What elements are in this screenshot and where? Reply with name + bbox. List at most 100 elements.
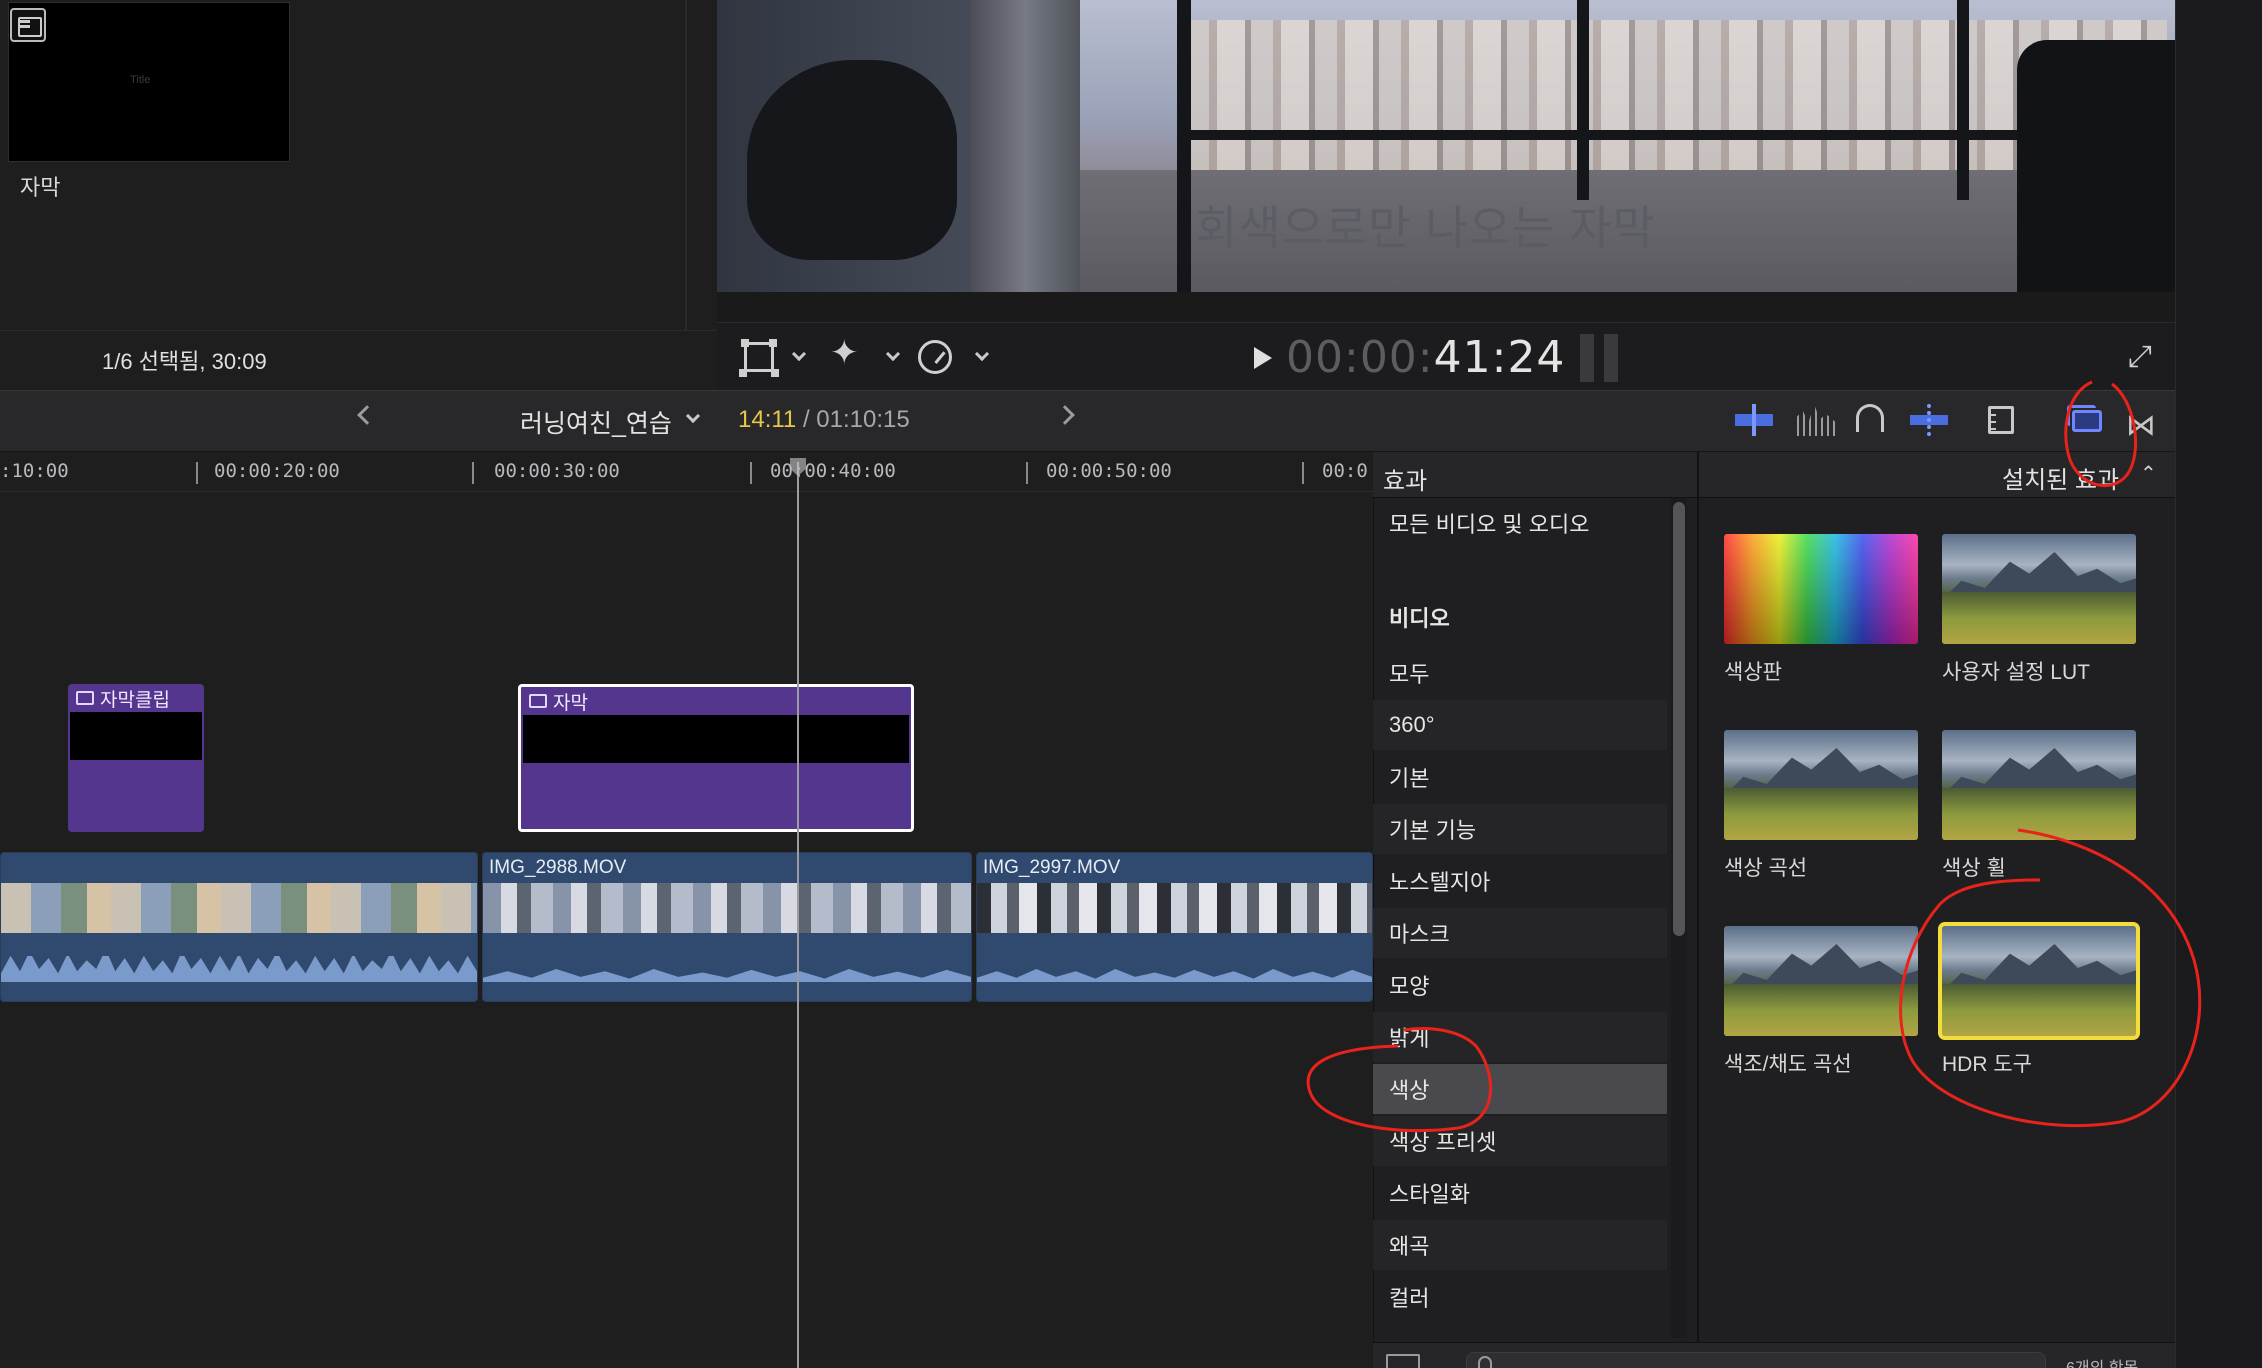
category-color[interactable]: 색상 (1373, 1064, 1667, 1114)
effect-thumbnail (1724, 534, 1918, 644)
play-button[interactable] (1254, 347, 1272, 369)
title-icon (76, 691, 94, 705)
category-label: 노스텔지아 (1389, 870, 1491, 895)
snapping-icon[interactable] (1910, 404, 1948, 436)
category-masks[interactable]: 마스크 (1373, 908, 1667, 958)
category-shape[interactable]: 모양 (1373, 960, 1667, 1010)
timecode-dim: 00:00: (1286, 332, 1434, 383)
title-icon (529, 694, 547, 708)
title-clip-label: 자막 (553, 692, 588, 714)
fullscreen-icon[interactable]: ⤢ (2128, 342, 2152, 372)
category-basic-features[interactable]: 기본 기능 (1373, 804, 1667, 854)
title-clip-selected[interactable]: 자막 (518, 684, 914, 832)
category-label: 모두 (1389, 662, 1430, 687)
ruler-label: 00:00:20:00 (214, 460, 340, 482)
audio-waveform (483, 969, 971, 991)
category-nostalgia[interactable]: 노스텔지아 (1373, 856, 1667, 906)
effect-tile-hue-saturation-curves[interactable]: 색조/채도 곡선 (1724, 926, 1918, 1078)
sidebar-toggle-icon[interactable] (1386, 1354, 1420, 1368)
playhead[interactable] (797, 462, 799, 1368)
category-label: 모든 비디오 및 오디오 (1389, 512, 1590, 537)
category-label: 360° (1389, 712, 1435, 737)
project-name[interactable]: 러닝여친_연습 (520, 404, 672, 440)
category-stylize[interactable]: 스타일화 (1373, 1168, 1667, 1218)
browser-divider[interactable] (685, 0, 687, 330)
effect-label: 색상판 (1724, 661, 1782, 684)
category-label: 색상 프리셋 (1389, 1130, 1497, 1155)
video-skimming-icon[interactable] (1735, 404, 1773, 436)
effect-label: 색상 곡선 (1724, 857, 1808, 880)
category-divider[interactable] (1697, 452, 1699, 1368)
item-count: 6개의 항목 (2066, 1354, 2138, 1368)
category-360[interactable]: 360° (1373, 700, 1667, 750)
frame-chair (747, 60, 957, 260)
ruler-label: 00:00:50:00 (1046, 460, 1172, 482)
ruler-label: 00:0 (1322, 460, 1368, 482)
video-clip-label: IMG_2988.MOV (489, 857, 627, 878)
ruler-label: :10:00 (0, 460, 69, 482)
title-icon (10, 8, 46, 42)
video-clip[interactable]: IMG_2988.MOV (482, 852, 972, 1002)
audio-meter[interactable] (1580, 334, 1622, 382)
ruler-label: 00:00:30:00 (494, 460, 620, 482)
video-clip[interactable]: IMG_2997.MOV (976, 852, 1373, 1002)
category-scrollbar[interactable] (1673, 502, 1685, 936)
category-label: 왜곡 (1389, 1234, 1430, 1259)
thumbnail-inner-text: Title (130, 74, 151, 86)
transitions-browser-icon[interactable]: ⋈ (2126, 408, 2156, 443)
category-heading-video[interactable]: 비디오 (1373, 592, 1667, 642)
installed-effects-menu[interactable]: 설치된 효과 (2002, 460, 2119, 495)
title-clip[interactable]: 자막클립 (68, 684, 204, 832)
effect-thumbnail (1942, 534, 2136, 644)
category-label: 색상 (1389, 1078, 1430, 1103)
viewer-subtitle: 회색으로만 나오는 자막 (1195, 202, 1656, 254)
frame-window-bar (1177, 0, 1191, 292)
ruler-tick (1302, 462, 1304, 484)
current-time: 14:11 (738, 406, 797, 433)
effect-tile-hdr-tools[interactable]: HDR 도구 (1938, 922, 2140, 1078)
timeline-header (0, 390, 2175, 452)
effects-browser-icon[interactable] (2067, 405, 2102, 432)
ruler-label: 00:00:40:00 (770, 460, 896, 482)
effect-label: 색상 휠 (1942, 857, 2006, 880)
video-clip-label: IMG_2997.MOV (983, 857, 1121, 878)
category-label: 비디오 (1389, 606, 1450, 631)
effect-thumbnail (1724, 730, 1918, 840)
category-colour[interactable]: 컬러 (1373, 1272, 1667, 1322)
timeline-duration: 14:11 / 01:10:15 (738, 406, 910, 434)
category-label: 컬러 (1389, 1286, 1430, 1311)
updown-chevron-icon[interactable]: ⌃ (2140, 461, 2157, 486)
magic-wand-icon[interactable]: ✦ (830, 336, 859, 370)
category-all[interactable]: 모두 (1373, 648, 1667, 698)
transform-icon[interactable] (741, 339, 777, 372)
total-time: / 01:10:15 (802, 406, 910, 433)
ruler-tick (750, 462, 752, 484)
headphones-icon[interactable] (1856, 404, 1884, 432)
thumbnail-label[interactable]: 자막 (20, 170, 60, 202)
category-all-video-audio[interactable]: 모든 비디오 및 오디오 (1373, 498, 1667, 548)
retime-gauge-icon[interactable] (918, 340, 952, 374)
timecode-display[interactable]: 00:00:41:24 (1286, 332, 1565, 383)
frame-machine (2017, 40, 2175, 292)
effect-label: HDR 도구 (1942, 1053, 2032, 1076)
ruler-tick (472, 462, 474, 484)
video-filmstrip (1, 883, 477, 933)
category-distortion[interactable]: 왜곡 (1373, 1220, 1667, 1270)
video-clip[interactable] (0, 852, 478, 1002)
effect-tile-color-wheels[interactable]: 색상 휠 (1942, 730, 2136, 882)
effect-tile-custom-lut[interactable]: 사용자 설정 LUT (1942, 534, 2136, 686)
search-icon (1478, 1356, 1492, 1368)
clip-appearance-icon[interactable] (1988, 406, 2014, 434)
category-color-presets[interactable]: 색상 프리셋 (1373, 1116, 1667, 1166)
effect-tile-color-board[interactable]: 색상판 (1724, 534, 1918, 686)
title-clip-label: 자막클립 (100, 689, 170, 711)
category-light[interactable]: 밝게 (1373, 1012, 1667, 1062)
category-label: 모양 (1389, 974, 1430, 999)
category-label: 밝게 (1389, 1026, 1430, 1051)
effects-search-input[interactable] (1466, 1352, 2046, 1368)
category-label: 스타일화 (1389, 1182, 1470, 1207)
viewer-frame[interactable]: 회색으로만 나오는 자막 (717, 0, 2175, 292)
category-basics[interactable]: 기본 (1373, 752, 1667, 802)
category-label: 기본 기능 (1389, 818, 1477, 843)
effect-tile-color-curves[interactable]: 색상 곡선 (1724, 730, 1918, 882)
